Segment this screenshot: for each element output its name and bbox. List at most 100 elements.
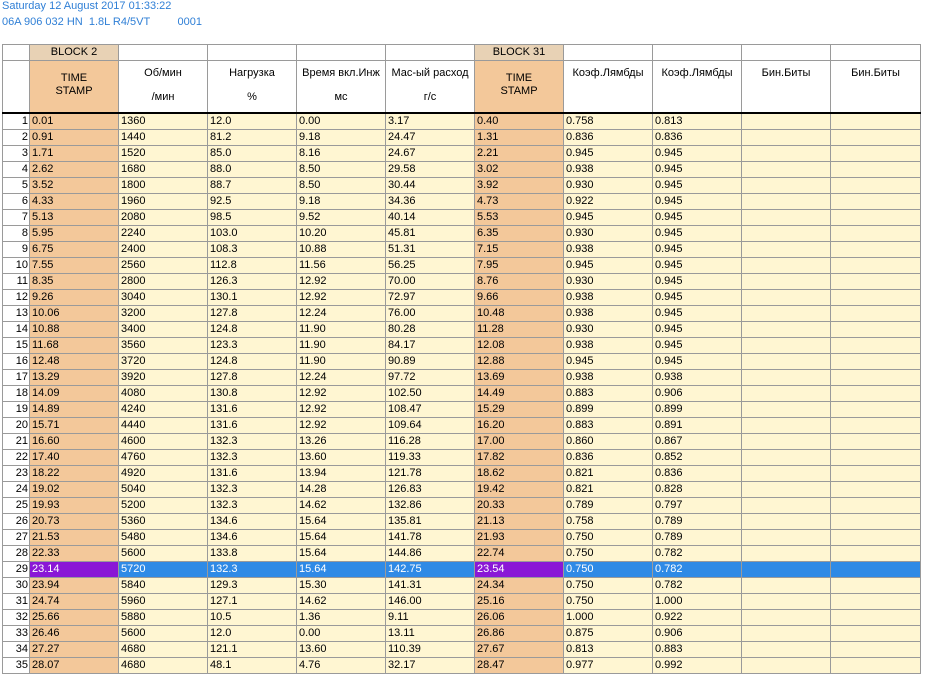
timestamp-cell[interactable]: 1.71 xyxy=(29,145,119,162)
value-cell[interactable] xyxy=(830,609,921,626)
timestamp-cell[interactable]: 18.22 xyxy=(29,465,119,482)
timestamp-cell[interactable]: 25.66 xyxy=(29,609,119,626)
value-cell[interactable]: 5960 xyxy=(118,593,208,610)
value-cell[interactable]: 30.44 xyxy=(385,177,475,194)
value-cell[interactable]: 0.945 xyxy=(652,193,742,210)
table-row[interactable]: 19 14.89 4240 131.6 12.92 108.47 15.29 0.899 0.8… xyxy=(2,401,921,418)
table-row[interactable]: 2 0.91 1440 81.2 9.18 24.47 1.31 0.836 0.836 xyxy=(2,129,921,146)
timestamp-cell[interactable]: 5.53 xyxy=(474,209,564,226)
value-cell[interactable]: 112.8 xyxy=(207,257,297,274)
value-cell[interactable] xyxy=(830,305,921,322)
value-cell[interactable]: 141.31 xyxy=(385,577,475,594)
value-cell[interactable]: 0.852 xyxy=(652,449,742,466)
value-cell[interactable]: 0.836 xyxy=(652,465,742,482)
value-cell[interactable]: 13.26 xyxy=(296,433,386,450)
value-cell[interactable]: 0.938 xyxy=(563,305,653,322)
column-header-4[interactable]: Время вкл.Инж мс xyxy=(296,60,386,114)
timestamp-cell[interactable]: 5.13 xyxy=(29,209,119,226)
timestamp-cell[interactable]: 7.55 xyxy=(29,257,119,274)
value-cell[interactable]: 5880 xyxy=(118,609,208,626)
table-row[interactable]: 27 21.53 5480 134.6 15.64 141.78 21.93 0.750 0.7… xyxy=(2,529,921,546)
timestamp-cell[interactable]: 8.76 xyxy=(474,273,564,290)
table-row[interactable]: 10 7.55 2560 112.8 11.56 56.25 7.95 0.945 0.945 xyxy=(2,257,921,274)
timestamp-cell[interactable]: 23.54 xyxy=(474,561,564,578)
column-header-7[interactable]: Коэф.Лямбды xyxy=(563,60,653,114)
table-row[interactable]: 8 5.95 2240 103.0 10.20 45.81 6.35 0.930 0.945 xyxy=(2,225,921,242)
value-cell[interactable]: 1440 xyxy=(118,129,208,146)
value-cell[interactable]: 98.5 xyxy=(207,209,297,226)
value-cell[interactable]: 103.0 xyxy=(207,225,297,242)
value-cell[interactable]: 0.945 xyxy=(652,337,742,354)
value-cell[interactable]: 108.47 xyxy=(385,401,475,418)
value-cell[interactable]: 13.94 xyxy=(296,465,386,482)
timestamp-cell[interactable]: 19.93 xyxy=(29,497,119,514)
value-cell[interactable] xyxy=(741,257,831,274)
value-cell[interactable] xyxy=(830,369,921,386)
timestamp-cell[interactable]: 21.13 xyxy=(474,513,564,530)
value-cell[interactable]: 131.6 xyxy=(207,465,297,482)
value-cell[interactable]: 12.0 xyxy=(207,625,297,642)
value-cell[interactable]: 134.6 xyxy=(207,529,297,546)
value-cell[interactable]: 14.28 xyxy=(296,481,386,498)
value-cell[interactable] xyxy=(830,257,921,274)
value-cell[interactable]: 133.8 xyxy=(207,545,297,562)
value-cell[interactable]: 0.813 xyxy=(652,112,742,130)
timestamp-cell[interactable]: 20.33 xyxy=(474,497,564,514)
value-cell[interactable] xyxy=(830,385,921,402)
value-cell[interactable]: 0.750 xyxy=(563,593,653,610)
value-cell[interactable] xyxy=(741,657,831,674)
value-cell[interactable]: 4.76 xyxy=(296,657,386,674)
value-cell[interactable] xyxy=(741,433,831,450)
value-cell[interactable]: 131.6 xyxy=(207,401,297,418)
value-cell[interactable]: 11.90 xyxy=(296,321,386,338)
value-cell[interactable]: 132.3 xyxy=(207,561,297,578)
table-row[interactable]: 5 3.52 1800 88.7 8.50 30.44 3.92 0.930 0.945 xyxy=(2,177,921,194)
value-cell[interactable]: 0.813 xyxy=(563,641,653,658)
value-cell[interactable]: 123.3 xyxy=(207,337,297,354)
value-cell[interactable]: 108.3 xyxy=(207,241,297,258)
value-cell[interactable] xyxy=(741,209,831,226)
timestamp-cell[interactable]: 8.35 xyxy=(29,273,119,290)
value-cell[interactable]: 12.24 xyxy=(296,369,386,386)
value-cell[interactable]: 1520 xyxy=(118,145,208,162)
value-cell[interactable]: 51.31 xyxy=(385,241,475,258)
table-row[interactable]: 29 23.14 5720 132.3 15.64 142.75 23.54 0.750 0.7… xyxy=(2,561,921,578)
value-cell[interactable] xyxy=(830,177,921,194)
value-cell[interactable]: 126.3 xyxy=(207,273,297,290)
value-cell[interactable]: 14.62 xyxy=(296,497,386,514)
value-cell[interactable]: 0.867 xyxy=(652,433,742,450)
table-row[interactable]: 15 11.68 3560 123.3 11.90 84.17 12.08 0.938 0.94… xyxy=(2,337,921,354)
value-cell[interactable]: 0.836 xyxy=(563,449,653,466)
column-header-10[interactable]: Бин.Биты xyxy=(830,60,921,114)
table-row[interactable]: 25 19.93 5200 132.3 14.62 132.86 20.33 0.789 0.7… xyxy=(2,497,921,514)
value-cell[interactable] xyxy=(830,321,921,338)
table-row[interactable]: 34 27.27 4680 121.1 13.60 110.39 27.67 0.813 0.8… xyxy=(2,641,921,658)
value-cell[interactable]: 109.64 xyxy=(385,417,475,434)
value-cell[interactable] xyxy=(741,449,831,466)
value-cell[interactable]: 0.945 xyxy=(652,305,742,322)
timestamp-cell[interactable]: 24.34 xyxy=(474,577,564,594)
value-cell[interactable] xyxy=(741,609,831,626)
timestamp-cell[interactable]: 2.62 xyxy=(29,161,119,178)
table-row[interactable]: 21 16.60 4600 132.3 13.26 116.28 17.00 0.860 0.8… xyxy=(2,433,921,450)
timestamp-cell[interactable]: 10.06 xyxy=(29,305,119,322)
value-cell[interactable]: 1360 xyxy=(118,112,208,130)
value-cell[interactable]: 5840 xyxy=(118,577,208,594)
value-cell[interactable]: 0.938 xyxy=(652,369,742,386)
timestamp-cell[interactable]: 23.94 xyxy=(29,577,119,594)
table-row[interactable]: 7 5.13 2080 98.5 9.52 40.14 5.53 0.945 0.945 xyxy=(2,209,921,226)
value-cell[interactable]: 2800 xyxy=(118,273,208,290)
table-row[interactable]: 26 20.73 5360 134.6 15.64 135.81 21.13 0.758 0.7… xyxy=(2,513,921,530)
timestamp-cell[interactable]: 28.07 xyxy=(29,657,119,674)
table-row[interactable]: 3 1.71 1520 85.0 8.16 24.67 2.21 0.945 0.945 xyxy=(2,145,921,162)
value-cell[interactable]: 3720 xyxy=(118,353,208,370)
value-cell[interactable]: 116.28 xyxy=(385,433,475,450)
value-cell[interactable]: 9.18 xyxy=(296,129,386,146)
value-cell[interactable]: 70.00 xyxy=(385,273,475,290)
value-cell[interactable]: 2240 xyxy=(118,225,208,242)
timestamp-cell[interactable]: 10.88 xyxy=(29,321,119,338)
value-cell[interactable] xyxy=(830,433,921,450)
value-cell[interactable]: 110.39 xyxy=(385,641,475,658)
value-cell[interactable]: 0.945 xyxy=(652,257,742,274)
value-cell[interactable]: 0.758 xyxy=(563,112,653,130)
